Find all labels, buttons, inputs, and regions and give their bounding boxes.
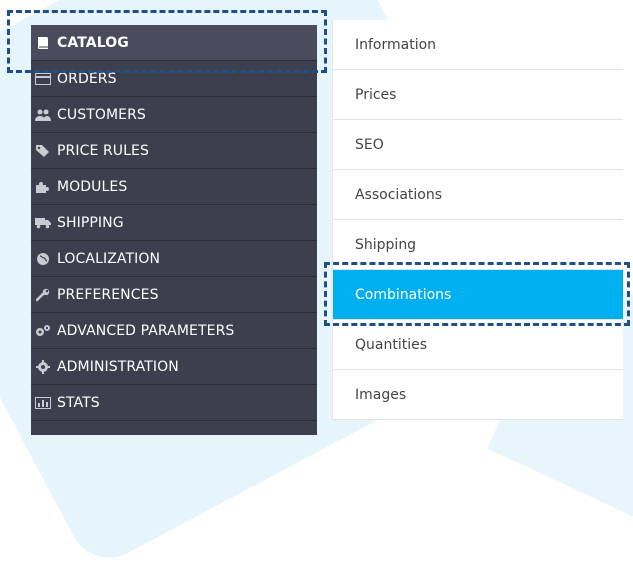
tags-icon — [33, 143, 53, 159]
catalog-submenu: Information Prices SEO Associations Ship… — [332, 20, 623, 420]
credit-card-icon — [33, 71, 53, 87]
sidebar-item-catalog[interactable]: CATALOG — [31, 25, 317, 61]
sidebar-item-label: CATALOG — [57, 34, 129, 51]
book-icon — [33, 35, 53, 51]
submenu-item-associations[interactable]: Associations — [333, 170, 623, 220]
users-icon — [33, 107, 53, 123]
sidebar-item-customers[interactable]: CUSTOMERS — [31, 97, 317, 133]
puzzle-icon — [33, 179, 53, 195]
globe-icon — [33, 251, 53, 267]
wrench-icon — [33, 287, 53, 303]
submenu-item-information[interactable]: Information — [333, 20, 623, 70]
submenu-item-label: Combinations — [355, 286, 452, 303]
submenu-item-label: Images — [355, 386, 407, 403]
sidebar-item-label: SHIPPING — [57, 214, 124, 231]
truck-icon — [33, 215, 53, 231]
sidebar-item-modules[interactable]: MODULES — [31, 169, 317, 205]
sidebar-item-preferences[interactable]: PREFERENCES — [31, 277, 317, 313]
cogs-icon — [33, 323, 53, 339]
cog-icon — [33, 359, 53, 375]
submenu-item-label: Information — [355, 36, 437, 53]
submenu-item-label: Quantities — [355, 336, 428, 353]
submenu-item-seo[interactable]: SEO — [333, 120, 623, 170]
sidebar-item-advanced-parameters[interactable]: ADVANCED PARAMETERS — [31, 313, 317, 349]
submenu-item-prices[interactable]: Prices — [333, 70, 623, 120]
sidebar-item-label: ADVANCED PARAMETERS — [57, 322, 235, 339]
sidebar-item-label: LOCALIZATION — [57, 250, 161, 267]
sidebar-item-label: PRICE RULES — [57, 142, 149, 159]
submenu-item-label: Prices — [355, 86, 397, 103]
sidebar-item-label: STATS — [57, 394, 100, 411]
sidebar-item-label: CUSTOMERS — [57, 106, 146, 123]
submenu-item-shipping[interactable]: Shipping — [333, 220, 623, 270]
sidebar-item-stats[interactable]: STATS — [31, 385, 317, 421]
sidebar-item-shipping[interactable]: SHIPPING — [31, 205, 317, 241]
sidebar-item-label: ORDERS — [57, 70, 117, 87]
submenu-item-quantities[interactable]: Quantities — [333, 320, 623, 370]
sidebar-item-label: PREFERENCES — [57, 286, 159, 303]
sidebar-item-orders[interactable]: ORDERS — [31, 61, 317, 97]
sidebar-item-price-rules[interactable]: PRICE RULES — [31, 133, 317, 169]
sidebar-item-label: MODULES — [57, 178, 128, 195]
submenu-item-label: Shipping — [355, 236, 417, 253]
sidebar-item-label: ADMINISTRATION — [57, 358, 179, 375]
sidebar-item-administration[interactable]: ADMINISTRATION — [31, 349, 317, 385]
submenu-item-images[interactable]: Images — [333, 370, 623, 420]
submenu-item-label: Associations — [355, 186, 443, 203]
admin-sidebar: CATALOG ORDERS CUSTOMERS PRICE RULES MOD… — [31, 25, 317, 435]
sidebar-item-localization[interactable]: LOCALIZATION — [31, 241, 317, 277]
submenu-item-label: SEO — [355, 136, 384, 153]
submenu-item-combinations[interactable]: Combinations — [333, 270, 623, 320]
bar-chart-icon — [33, 395, 53, 411]
